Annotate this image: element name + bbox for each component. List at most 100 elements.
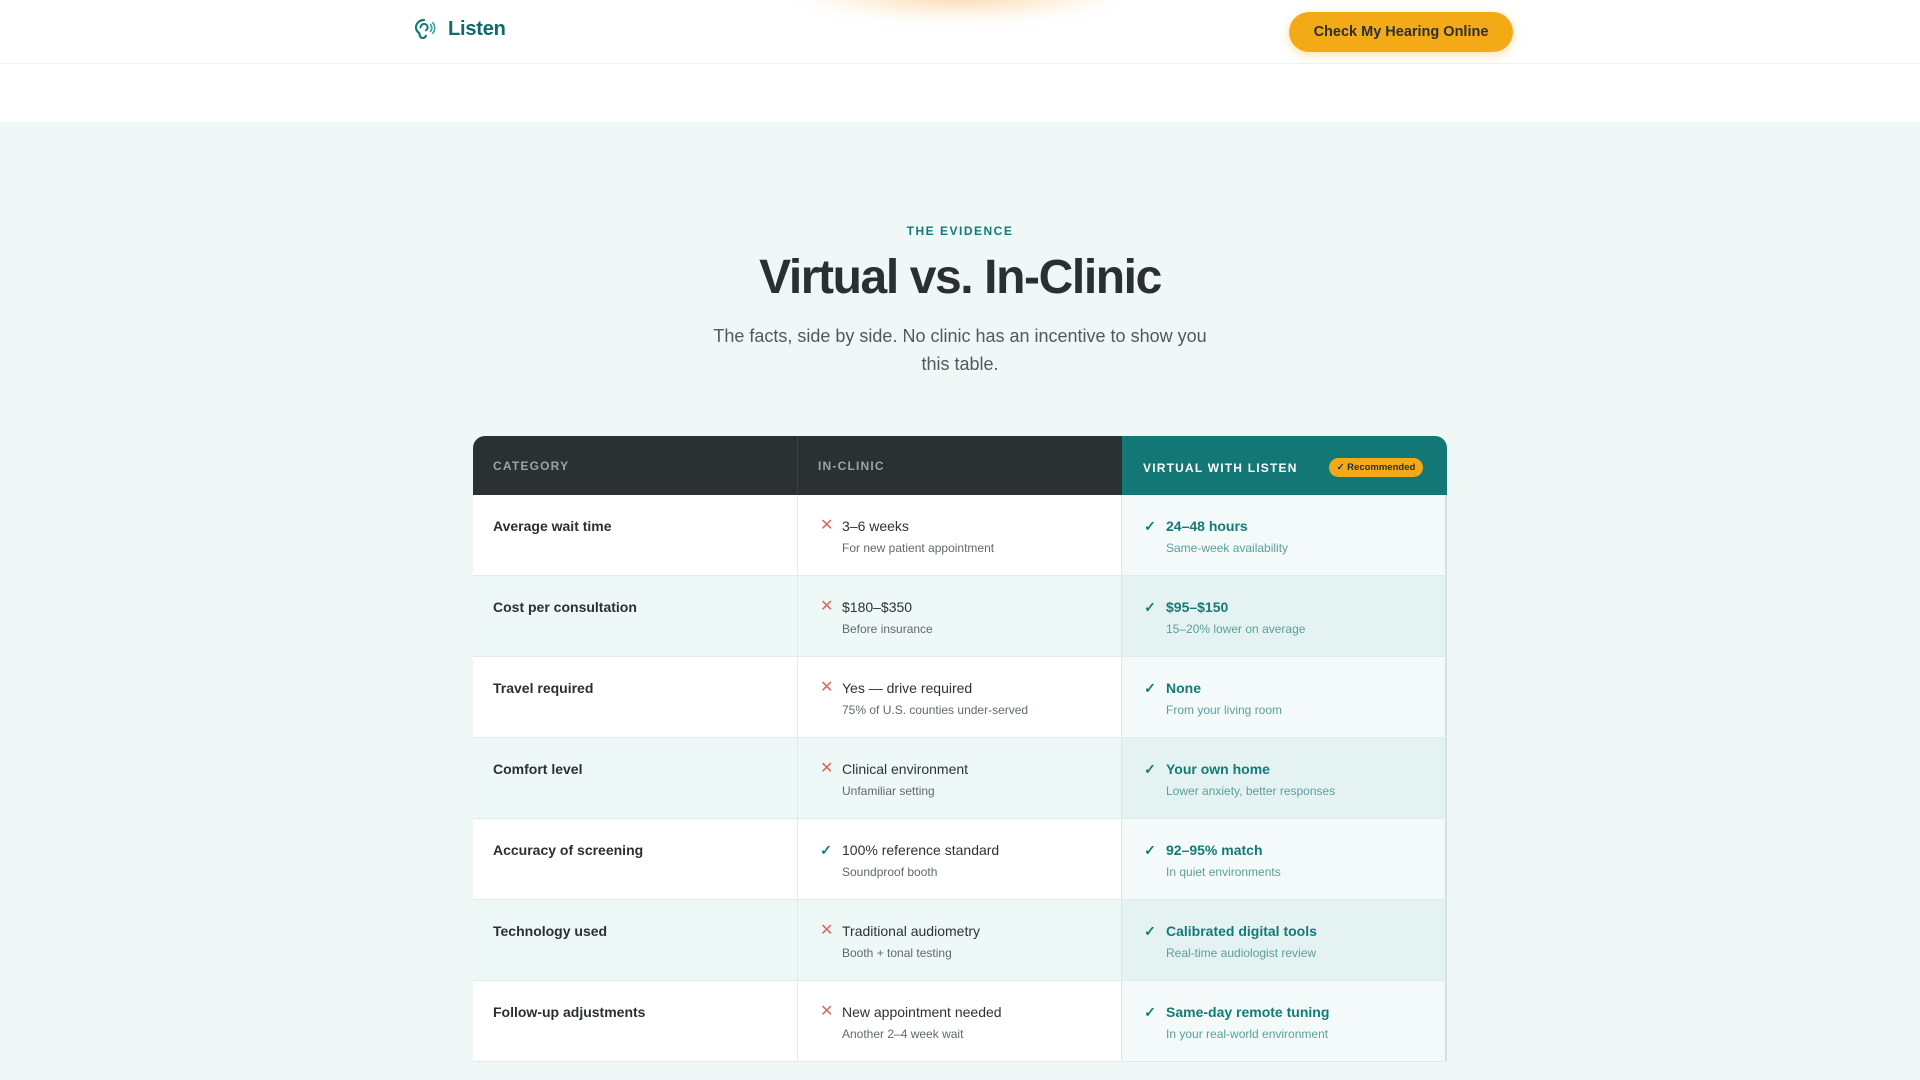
table-row: Average wait time ✕ 3–6 weeks For new patie… (473, 495, 1447, 576)
check-icon: ✓ (1144, 923, 1156, 939)
cell-text: 24–48 hours Same-week availability (1166, 518, 1288, 555)
check-icon: ✓ (1144, 599, 1156, 615)
in-clinic-cell: ✕ New appointment needed Another 2–4 week … (798, 981, 1122, 1061)
column-header-category: CATEGORY (473, 436, 798, 495)
table-header: CATEGORY IN-CLINIC VIRTUAL WITH LISTEN ✓… (473, 436, 1447, 495)
category-cell: Accuracy of screening (473, 819, 798, 899)
table-row: Comfort level ✕ Clinical environment Unfami… (473, 738, 1447, 819)
cross-icon: ✕ (820, 1003, 834, 1020)
cell-value: New appointment needed (842, 1004, 1002, 1020)
virtual-cell: ✓ Your own home Lower anxiety, better resp… (1122, 738, 1447, 818)
cell-content: ✓ Your own home Lower anxiety, better resp… (1144, 761, 1445, 798)
cell-text: None From your living room (1166, 680, 1282, 717)
category-cell: Follow-up adjustments (473, 981, 798, 1061)
check-icon: ✓ (820, 842, 832, 858)
brand-logo[interactable]: Listen (412, 17, 506, 41)
table-row: Accuracy of screening ✓ 100% reference sta… (473, 819, 1447, 900)
cell-value: Same-day remote tuning (1166, 1004, 1330, 1020)
cell-text: Clinical environment Unfamiliar setting (842, 761, 968, 798)
virtual-cell: ✓ 92–95% match In quiet environments (1122, 819, 1447, 899)
cross-icon: ✕ (820, 517, 834, 534)
cell-text: 92–95% match In quiet environments (1166, 842, 1281, 879)
cell-value: Yes — drive required (842, 680, 973, 696)
virtual-cell: ✓ 24–48 hours Same-week availability (1122, 495, 1447, 575)
comparison-section: THE EVIDENCE Virtual vs. In-Clinic The f… (0, 122, 1920, 1080)
in-clinic-cell: ✕ Traditional audiometry Booth + tonal tes… (798, 900, 1122, 980)
cell-note: Soundproof booth (842, 865, 938, 879)
in-clinic-cell: ✕ 3–6 weeks For new patient appointment (798, 495, 1122, 575)
cell-content: ✓ $95–$150 15–20% lower on average (1144, 599, 1445, 636)
cell-value: $95–$150 (1166, 599, 1229, 615)
section-subtitle: The facts, side by side. No clinic has a… (713, 326, 1207, 374)
cell-note: Real-time audiologist review (1166, 946, 1317, 960)
virtual-cell: ✓ Calibrated digital tools Real-time audio… (1122, 900, 1447, 980)
column-header-virtual: VIRTUAL WITH LISTEN ✓ Recommended (1122, 436, 1447, 495)
cell-value: $180–$350 (842, 599, 913, 615)
cross-icon: ✕ (820, 598, 834, 615)
cell-note: 75% of U.S. counties under-served (842, 703, 1029, 717)
virtual-cell: ✓ Same-day remote tuning In your real-worl… (1122, 981, 1447, 1061)
check-hearing-button[interactable]: Check My Hearing Online (1289, 12, 1513, 52)
cell-text: 100% reference standard Soundproof booth (842, 842, 999, 879)
virtual-cell: ✓ $95–$150 15–20% lower on average (1122, 576, 1447, 656)
cell-value: Calibrated digital tools (1166, 923, 1317, 939)
cell-text: Traditional audiometry Booth + tonal test… (842, 923, 980, 960)
cross-icon: ✕ (820, 679, 834, 696)
comparison-table: CATEGORY IN-CLINIC VIRTUAL WITH LISTEN ✓… (473, 436, 1447, 1062)
cell-value: None (1166, 680, 1201, 696)
cell-content: ✓ Same-day remote tuning In your real-worl… (1144, 1004, 1445, 1041)
cell-text: Yes — drive required 75% of U.S. counties… (842, 680, 1028, 717)
cell-content: ✕ Clinical environment Unfamiliar setting (820, 761, 1121, 799)
column-header-in-clinic: IN-CLINIC (798, 436, 1122, 495)
category-cell: Travel required (473, 657, 798, 737)
cell-content: ✕ New appointment needed Another 2–4 week … (820, 1003, 1121, 1042)
cell-text: $180–$350 Before insurance (842, 599, 933, 636)
virtual-cell: ✓ None From your living room (1122, 657, 1447, 737)
cell-value: Traditional audiometry (842, 923, 980, 939)
cell-content: ✓ 100% reference standard Soundproof booth (820, 842, 1121, 879)
category-cell: Cost per consultation (473, 576, 798, 656)
cell-value: 24–48 hours (1166, 518, 1248, 534)
cell-text: Your own home Lower anxiety, better respo… (1166, 761, 1335, 798)
cell-content: ✕ 3–6 weeks For new patient appointment (820, 517, 1121, 556)
in-clinic-cell: ✕ Clinical environment Unfamiliar setting (798, 738, 1122, 818)
category-cell: Comfort level (473, 738, 798, 818)
table-body: Average wait time ✕ 3–6 weeks For new patie… (473, 495, 1447, 1062)
cell-note: Same-week availability (1166, 541, 1289, 555)
cell-text: New appointment needed Another 2–4 week w… (842, 1004, 1002, 1041)
cell-text: Calibrated digital tools Real-time audiol… (1166, 923, 1317, 960)
cell-note: Before insurance (842, 622, 933, 636)
cell-note: Lower anxiety, better responses (1166, 784, 1336, 798)
cell-note: From your living room (1166, 703, 1283, 717)
in-clinic-cell: ✕ Yes — drive required 75% of U.S. countie… (798, 657, 1122, 737)
category-cell: Average wait time (473, 495, 798, 575)
in-clinic-cell: ✕ $180–$350 Before insurance (798, 576, 1122, 656)
check-icon: ✓ (1144, 518, 1156, 534)
header-glow-decoration (800, 0, 1120, 20)
cell-note: 15–20% lower on average (1166, 622, 1306, 636)
cell-note: For new patient appointment (842, 541, 995, 555)
cell-value: 3–6 weeks (842, 518, 909, 534)
ear-logo-icon (414, 18, 436, 40)
check-icon: ✓ (1144, 761, 1156, 777)
cell-text: $95–$150 15–20% lower on average (1166, 599, 1305, 636)
table-row: Technology used ✕ Traditional audiometry Bo… (473, 900, 1447, 981)
brand-name: Listen (448, 17, 506, 40)
section-eyebrow: THE EVIDENCE (906, 224, 1014, 238)
cell-text: Same-day remote tuning In your real-world… (1166, 1004, 1329, 1041)
cell-text: 3–6 weeks For new patient appointment (842, 518, 994, 555)
check-icon: ✓ (1144, 842, 1156, 858)
cell-note: In your real-world environment (1166, 1027, 1329, 1041)
cell-content: ✓ None From your living room (1144, 680, 1445, 717)
cell-content: ✕ Traditional audiometry Booth + tonal tes… (820, 923, 1121, 961)
cell-note: Another 2–4 week wait (842, 1027, 964, 1041)
cell-note: Booth + tonal testing (842, 946, 952, 960)
cell-value: 100% reference standard (842, 842, 1000, 858)
in-clinic-cell: ✓ 100% reference standard Soundproof booth (798, 819, 1122, 899)
cell-content: ✓ 92–95% match In quiet environments (1144, 842, 1445, 879)
cell-content: ✓ 24–48 hours Same-week availability (1144, 518, 1445, 555)
table-row: Travel required ✕ Yes — drive required 75% … (473, 657, 1447, 738)
cell-value: Clinical environment (842, 761, 969, 777)
top-nav: Listen Check My Hearing Online (0, 0, 1920, 64)
column-header-virtual-label: VIRTUAL WITH LISTEN (1143, 460, 1298, 475)
